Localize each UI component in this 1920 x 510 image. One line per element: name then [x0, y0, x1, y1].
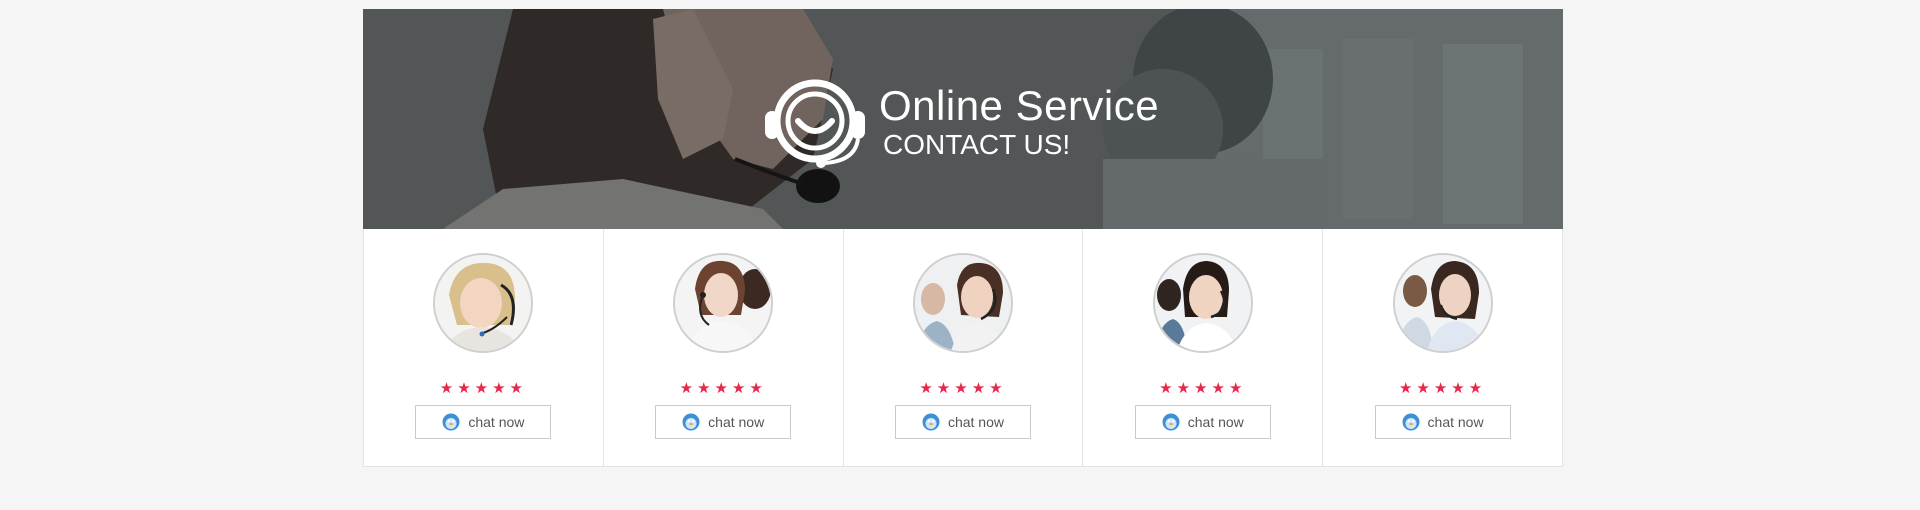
chat-now-button[interactable]: chat now — [894, 405, 1031, 439]
agent-avatar — [673, 253, 774, 353]
agent-card: ★★★★★ chat now — [364, 229, 604, 466]
brand-block: Online Service CONTACT US! — [763, 77, 1163, 177]
service-banner: Online Service CONTACT US! — [363, 9, 1563, 229]
chat-now-label: chat now — [1427, 414, 1484, 430]
rating-stars: ★★★★★ — [679, 380, 767, 397]
chat-now-label: chat now — [1187, 414, 1244, 430]
rating-stars: ★★★★★ — [1159, 380, 1247, 397]
agent-avatar — [433, 253, 534, 353]
chat-now-label: chat now — [947, 414, 1004, 430]
qq-penguin-icon — [922, 413, 940, 431]
agent-list: ★★★★★ chat now ★★★★★ chat now ★★★★★ chat… — [363, 229, 1563, 467]
headset-smile-icon — [765, 79, 865, 168]
chat-now-button[interactable]: chat now — [655, 405, 792, 439]
online-service-widget: Online Service CONTACT US! ★★★★★ chat no… — [363, 9, 1563, 467]
agent-card: ★★★★★ chat now — [1083, 229, 1324, 466]
contact-us-subtitle: CONTACT US! — [883, 129, 1071, 160]
agent-avatar — [1152, 253, 1253, 353]
rating-stars: ★★★★★ — [919, 380, 1007, 397]
agent-card: ★★★★★ chat now — [1323, 229, 1562, 466]
rating-stars: ★★★★★ — [1398, 380, 1487, 397]
chat-now-button[interactable]: chat now — [1374, 405, 1511, 439]
qq-penguin-icon — [682, 413, 700, 431]
rating-stars: ★★★★★ — [439, 380, 528, 397]
agent-card: ★★★★★ chat now — [844, 229, 1084, 466]
chat-now-button[interactable]: chat now — [415, 405, 552, 439]
agent-card: ★★★★★ chat now — [604, 229, 844, 466]
service-title: Online Service — [879, 82, 1160, 129]
chat-now-label: chat now — [468, 414, 525, 430]
qq-penguin-icon — [442, 413, 460, 431]
agent-avatar — [912, 253, 1013, 353]
chat-now-button[interactable]: chat now — [1134, 405, 1271, 439]
chat-now-label: chat now — [708, 414, 765, 430]
qq-penguin-icon — [1402, 413, 1420, 431]
agent-avatar — [1392, 253, 1493, 353]
qq-penguin-icon — [1162, 413, 1180, 431]
